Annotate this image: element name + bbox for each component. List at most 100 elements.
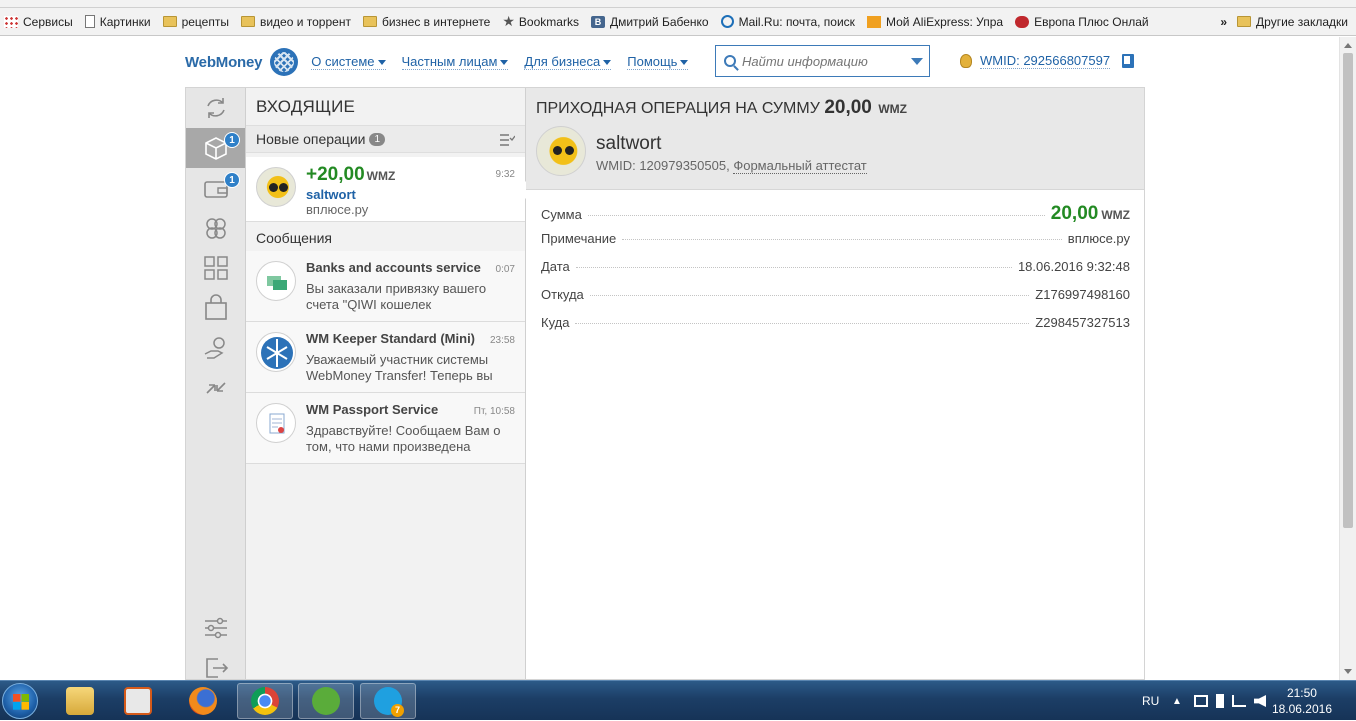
sidebar: 1 1 <box>186 88 246 679</box>
start-button[interactable] <box>2 683 38 719</box>
taskbar-chrome[interactable] <box>237 683 293 719</box>
page-scrollbar[interactable] <box>1339 37 1356 680</box>
bookmark-other[interactable]: Другие закладки <box>1237 15 1348 29</box>
apps-grid-icon <box>4 15 18 28</box>
search-icon <box>724 55 736 67</box>
search-input[interactable] <box>742 53 902 69</box>
skype-unread-badge: 7 <box>391 704 404 717</box>
operation-detail: ПРИХОДНАЯ ОПЕРАЦИЯ НА СУММУ 20,00 WMZ sa… <box>526 88 1144 679</box>
language-indicator[interactable]: RU <box>1142 681 1159 721</box>
inbox-panel: ВХОДЯЩИЕ Новые операции 1 +20,00 WMZ 9:32… <box>246 88 534 679</box>
settings-sliders-icon <box>204 617 227 639</box>
taskbar-skype[interactable]: 7 <box>360 683 416 719</box>
filter-list-icon[interactable] <box>499 133 515 147</box>
taskbar-media-player[interactable] <box>110 683 166 719</box>
contacts-icon <box>205 218 226 239</box>
bookmark-europa-plus[interactable]: Европа Плюс Онлай <box>1015 15 1149 29</box>
bookmark-vk[interactable]: B Дмитрий Бабенко <box>590 15 709 29</box>
webmoney-logo-icon[interactable] <box>270 48 299 76</box>
vk-icon: B <box>590 15 605 28</box>
taskbar-firefox[interactable] <box>175 683 231 719</box>
sidebar-apps[interactable] <box>186 248 245 288</box>
bookmark-recipes[interactable]: рецепты <box>162 15 229 29</box>
folder-icon <box>1237 16 1252 27</box>
sidebar-pay[interactable] <box>186 328 245 368</box>
exchange-arrows-icon <box>205 382 226 394</box>
bookmark-aliexpress[interactable]: Мой AliExpress: Упра <box>866 15 1003 29</box>
inbox-badge: 1 <box>224 132 240 148</box>
nav-business[interactable]: Для бизнеса <box>524 54 612 70</box>
sidebar-shop[interactable] <box>186 288 245 328</box>
bookmarks-more-button[interactable]: » <box>1220 15 1227 29</box>
caret-down-icon <box>680 60 689 66</box>
europa-plus-icon <box>1015 15 1030 28</box>
shopping-bag-icon <box>204 294 227 320</box>
operation-sender[interactable]: saltwort <box>306 187 356 202</box>
detail-row-amount: Сумма 20,00 WMZ <box>541 203 1130 224</box>
network-icon[interactable] <box>1232 695 1246 707</box>
sidebar-refresh[interactable] <box>186 88 245 128</box>
taskbar-utorrent[interactable] <box>298 683 354 719</box>
webmoney-globe-icon <box>256 332 296 372</box>
message-item[interactable]: WM Keeper Standard (Mini) 23:58 Уважаемы… <box>246 322 525 393</box>
counterparty-wmid: WMID: 120979350505, Формальный аттестат <box>596 158 867 174</box>
utorrent-icon <box>312 687 340 715</box>
caret-down-icon <box>377 60 386 66</box>
logo-text[interactable]: WebMoney <box>185 54 262 71</box>
scroll-down-arrow[interactable] <box>1344 669 1352 674</box>
system-clock[interactable]: 21:50 18.06.2016 <box>1272 685 1332 717</box>
message-item[interactable]: Banks and accounts service 0:07 Вы заказ… <box>246 251 525 322</box>
scroll-up-arrow[interactable] <box>1344 43 1352 48</box>
attestat-link[interactable]: Формальный аттестат <box>733 158 867 174</box>
sidebar-wallet[interactable]: 1 <box>186 168 245 208</box>
nav-help[interactable]: Помощь <box>627 54 689 70</box>
sidebar-contacts[interactable] <box>186 208 245 248</box>
messages-header: Сообщения <box>256 230 332 246</box>
nav-personal[interactable]: Частным лицам <box>401 54 509 70</box>
sidebar-exchange[interactable] <box>186 368 245 408</box>
new-operations-count: 1 <box>369 132 386 146</box>
tray-icons <box>1194 681 1266 721</box>
bookmark-business[interactable]: бизнес в интернете <box>362 15 490 29</box>
sidebar-inbox[interactable]: 1 <box>186 128 245 168</box>
sidebar-settings[interactable] <box>186 608 245 648</box>
caret-down-icon <box>500 60 509 66</box>
bookmark-video[interactable]: видео и торрент <box>240 15 351 29</box>
media-player-icon <box>124 687 152 715</box>
nav-about[interactable]: О системе <box>311 54 386 70</box>
refresh-icon <box>206 98 225 118</box>
apps-icon <box>203 256 228 280</box>
skype-icon: 7 <box>374 687 404 717</box>
tray-expand-icon[interactable]: ▲ <box>1172 681 1182 721</box>
logout-book-icon[interactable] <box>1122 54 1135 68</box>
message-title: WM Keeper Standard (Mini) <box>306 331 476 346</box>
operation-list-item[interactable]: +20,00 WMZ 9:32 saltwort вплюсе.ру <box>246 157 534 222</box>
power-plug-icon[interactable] <box>1216 694 1224 708</box>
detail-row-from: Откуда Z176997498160 <box>541 287 1130 302</box>
detail-title: ПРИХОДНАЯ ОПЕРАЦИЯ НА СУММУ 20,00 WMZ <box>536 97 907 118</box>
folder-icon <box>362 16 377 27</box>
bank-card-icon <box>256 261 296 301</box>
main-nav: О системе Частным лицам Для бизнеса Помо… <box>311 54 704 70</box>
attestat-medal-icon <box>960 54 972 68</box>
bookmarks-bar: Сервисы Картинки рецепты видео и торрент… <box>0 8 1356 36</box>
taskbar-explorer[interactable] <box>52 683 108 719</box>
message-item[interactable]: WM Passport Service Пт, 10:58 Здравствуй… <box>246 393 525 464</box>
message-time: Пт, 10:58 <box>473 406 515 417</box>
volume-icon[interactable] <box>1254 695 1266 707</box>
scrollbar-thumb[interactable] <box>1343 53 1353 528</box>
search-dropdown-icon[interactable] <box>911 58 923 65</box>
mail-ru-icon <box>720 15 734 28</box>
windows-logo-icon <box>13 694 29 710</box>
wmid-link[interactable]: WMID: 292566807597 <box>980 53 1111 69</box>
action-center-icon[interactable] <box>1194 695 1208 707</box>
bookmark-pictures[interactable]: Картинки <box>84 15 151 29</box>
detail-row-to: Куда Z298457327513 <box>541 315 1130 330</box>
chrome-icon <box>251 687 279 715</box>
bookmark-bookmarks[interactable]: ★ Bookmarks <box>502 13 579 30</box>
message-time: 23:58 <box>489 335 515 346</box>
bookmark-services[interactable]: Сервисы <box>4 15 73 29</box>
aliexpress-icon <box>866 15 881 28</box>
star-icon: ★ <box>502 13 515 29</box>
bookmark-mailru[interactable]: Mail.Ru: почта, поиск <box>720 15 855 29</box>
